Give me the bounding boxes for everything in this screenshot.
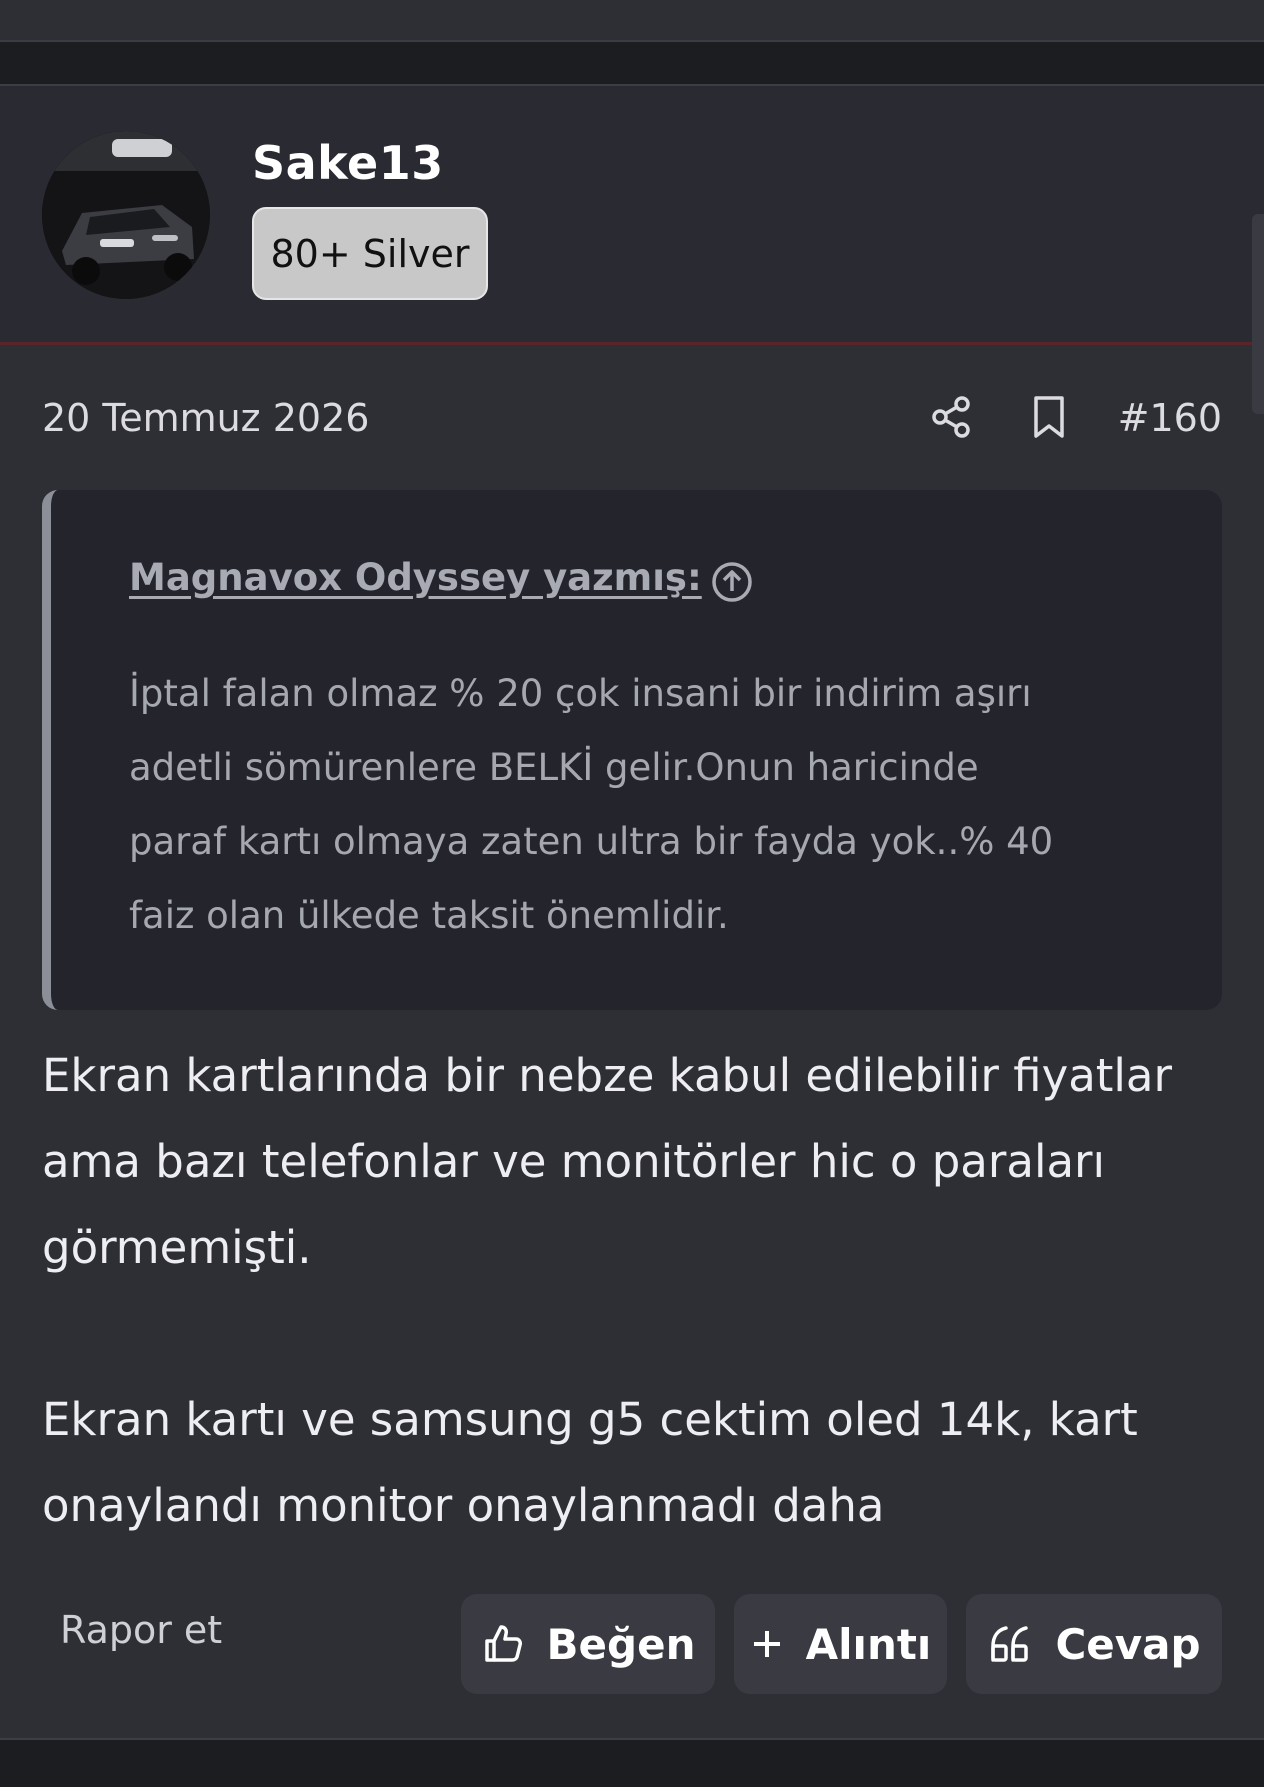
username[interactable]: Sake13 — [252, 136, 444, 190]
top-strip — [0, 0, 1264, 42]
quote-line: paraf kartı olmaya zaten ultra bir fayda… — [129, 820, 1054, 863]
post-body-line: Ekran kartı ve samsung g5 cektim oled 14… — [42, 1393, 1138, 1446]
quote-button[interactable]: Alıntı — [734, 1594, 947, 1694]
post-number[interactable]: #160 — [1118, 396, 1222, 440]
reply-label: Cevap — [1055, 1619, 1201, 1669]
quote-label: Alıntı — [805, 1619, 932, 1669]
bookmark-icon[interactable] — [1026, 394, 1072, 440]
post-date[interactable]: 20 Temmuz 2026 — [42, 396, 369, 440]
quote-author-link[interactable]: Magnavox Odyssey yazmış: — [129, 556, 702, 599]
post-body-line: ama bazı telefonlar ve monitörler hic o … — [42, 1135, 1106, 1188]
avatar[interactable] — [42, 131, 210, 299]
scrollbar-thumb[interactable] — [1252, 214, 1264, 414]
quote-line: İptal falan olmaz % 20 çok insani bir in… — [129, 672, 1032, 715]
quote-line: adetli sömürenlere BELKİ gelir.Onun hari… — [129, 746, 979, 789]
plus-icon — [753, 1631, 780, 1657]
share-icon[interactable] — [928, 394, 974, 440]
thumbs-up-icon — [484, 1625, 522, 1662]
arrow-up-circle-icon[interactable] — [710, 560, 754, 604]
like-button[interactable]: Beğen — [461, 1594, 715, 1694]
post-body-line: Ekran kartlarında bir nebze kabul edileb… — [42, 1049, 1173, 1102]
quote-marks-icon — [991, 1626, 1029, 1662]
post-separator-bottom — [0, 1738, 1264, 1787]
like-label: Beğen — [546, 1619, 696, 1669]
reply-button[interactable]: Cevap — [966, 1594, 1222, 1694]
quote-line: faiz olan ülkede taksit önemlidir. — [129, 894, 729, 937]
forum-post-page: Sake13 80+ Silver 20 Temmuz 2026 #160 Ma… — [0, 0, 1264, 1787]
quote-text: İptal falan olmaz % 20 çok insani bir in… — [129, 657, 1169, 953]
post-body-line: görmemişti. — [42, 1221, 312, 1274]
rank-badge: 80+ Silver — [252, 207, 488, 300]
post-separator — [0, 42, 1264, 86]
post-body: Ekran kartlarında bir nebze kabul edileb… — [42, 1033, 1232, 1549]
report-link[interactable]: Rapor et — [60, 1608, 222, 1652]
avatar-car-image — [42, 131, 210, 299]
post-body-line: onaylandı monitor onaylanmadı daha — [42, 1479, 885, 1532]
